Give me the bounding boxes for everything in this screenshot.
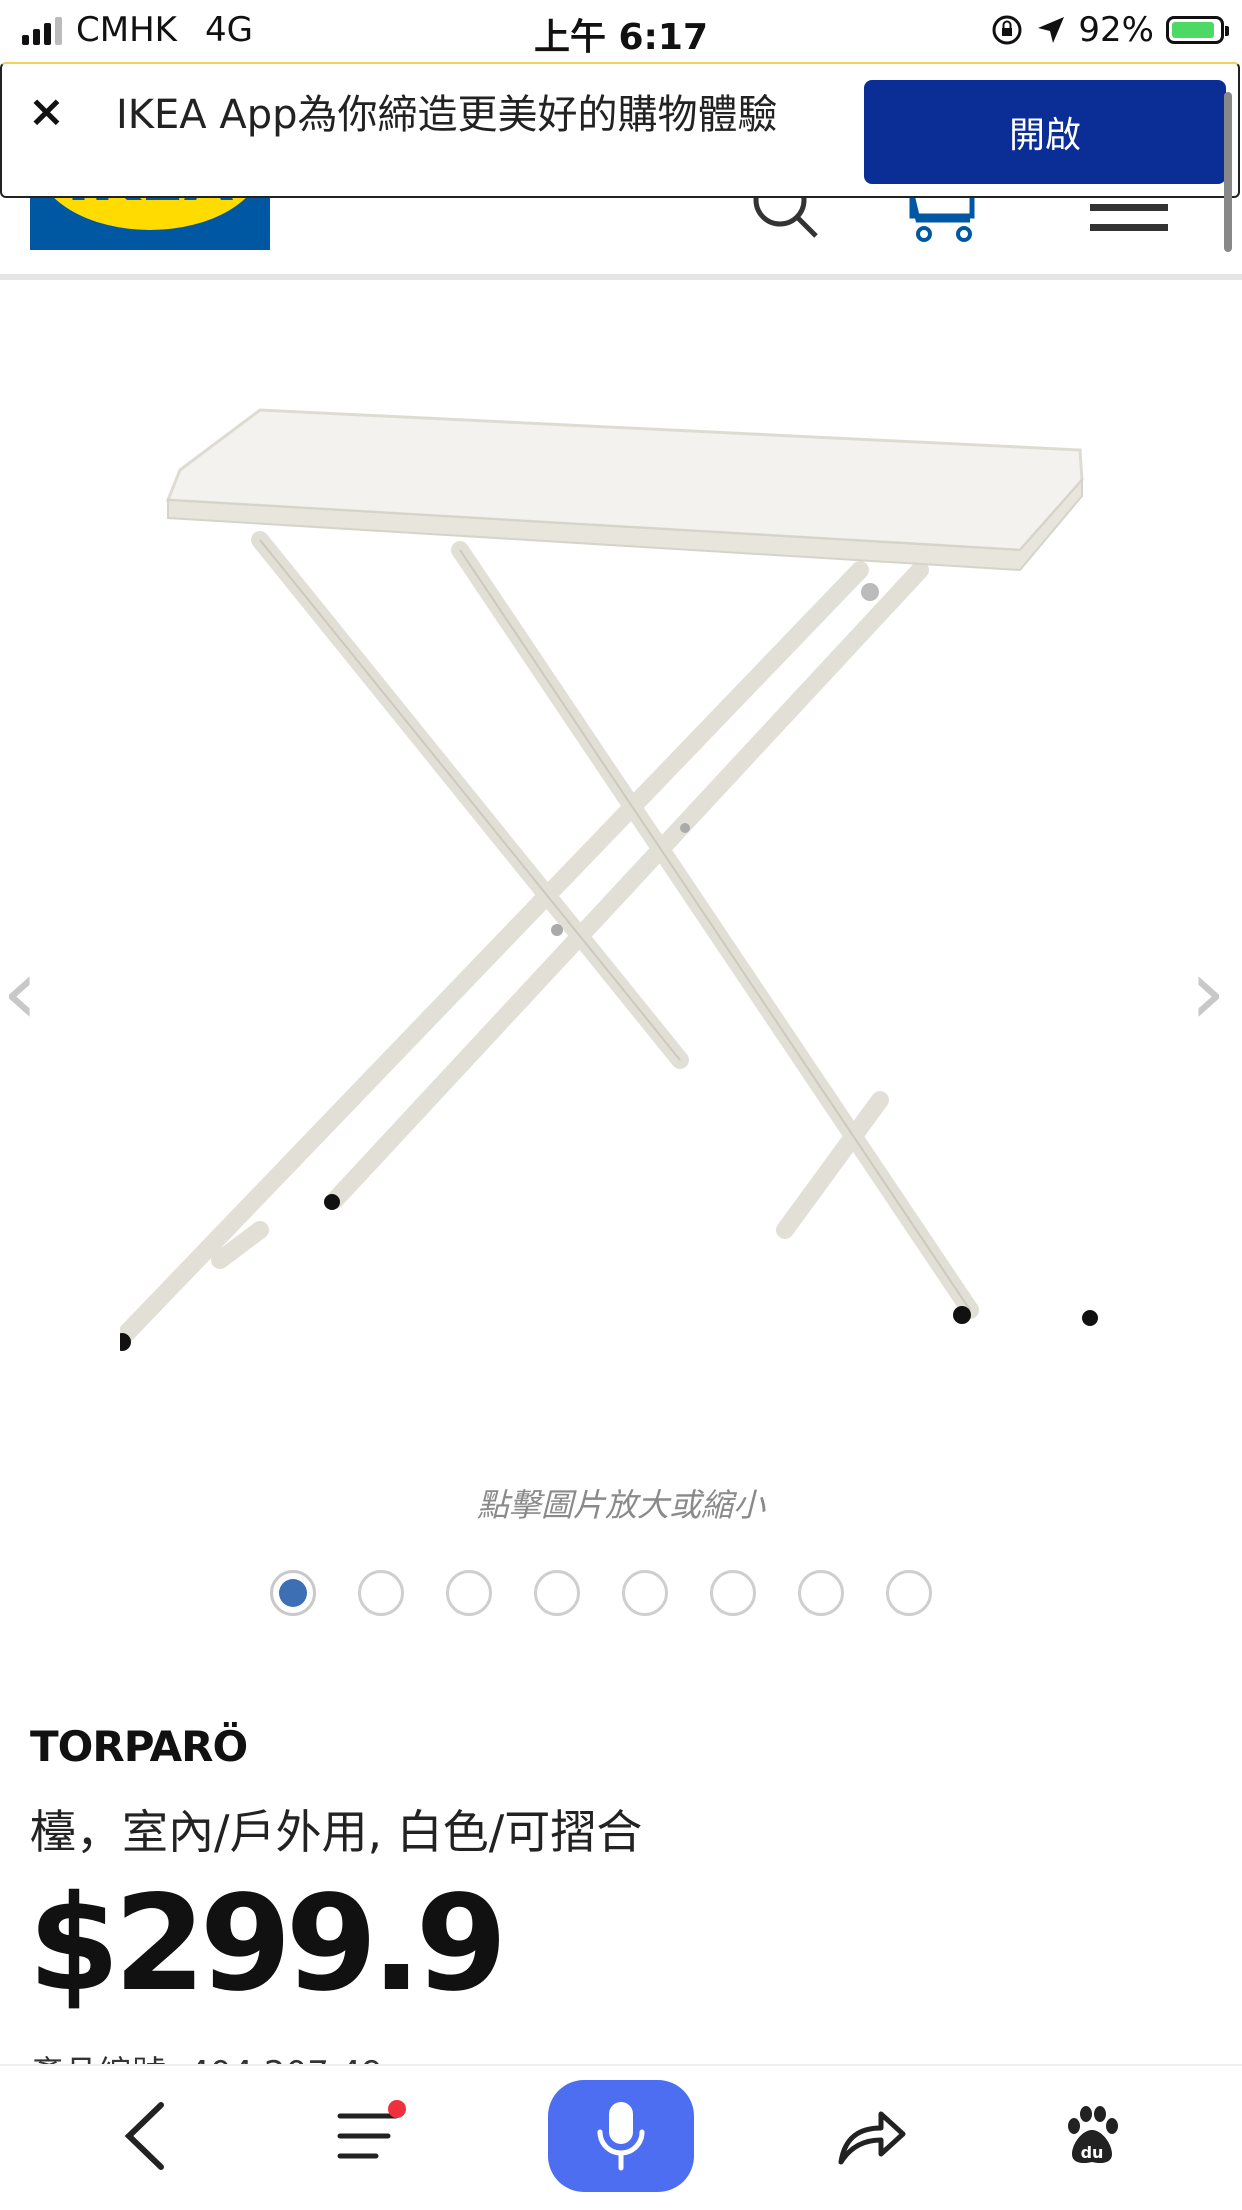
gallery-dot[interactable] — [358, 1570, 404, 1616]
banner-close-button[interactable]: × — [28, 86, 65, 137]
share-icon — [838, 2111, 906, 2165]
orientation-lock-icon — [992, 15, 1022, 45]
voice-search-button[interactable] — [548, 2080, 694, 2192]
open-app-button[interactable]: 開啟 — [864, 80, 1226, 184]
gallery-prev-arrow[interactable]: ‹ — [2, 948, 38, 1038]
gallery-dot[interactable] — [622, 1570, 668, 1616]
product-image[interactable] — [120, 400, 1120, 1480]
gallery-dot[interactable] — [270, 1570, 316, 1616]
gallery-pagination — [270, 1570, 932, 1616]
svg-text:du: du — [1081, 2143, 1104, 2162]
product-description: 檯，室內/戶外用, 白色/可摺合 — [30, 1805, 643, 1859]
baidu-button[interactable]: du — [1042, 2086, 1142, 2186]
gallery-dot[interactable] — [798, 1570, 844, 1616]
gallery-next-arrow[interactable]: › — [1190, 948, 1226, 1038]
browser-bottom-bar: du — [0, 2064, 1242, 2210]
baidu-icon: du — [1068, 2106, 1118, 2164]
back-icon — [124, 2102, 164, 2170]
battery-icon — [1166, 16, 1229, 44]
status-bar: CMHK 4G 上午 6:17 92% — [0, 0, 1242, 62]
microphone-icon — [597, 2102, 645, 2171]
banner-message: IKEA App為你締造更美好的購物體驗 — [116, 92, 778, 138]
share-button[interactable] — [822, 2086, 922, 2186]
gallery-caption: 點擊圖片放大或縮小 — [476, 1486, 765, 1524]
article-number: 產品編號: 404.207.49 — [30, 2046, 383, 2064]
gallery-dot[interactable] — [446, 1570, 492, 1616]
gallery-dot[interactable] — [886, 1570, 932, 1616]
tabs-button[interactable] — [318, 2086, 418, 2186]
product-price: $299.9 — [28, 1867, 507, 2021]
status-right: 92% — [990, 10, 1229, 50]
gallery-dot[interactable] — [710, 1570, 756, 1616]
back-button[interactable] — [96, 2086, 196, 2186]
notification-badge — [388, 2100, 406, 2118]
header-divider — [0, 274, 1242, 280]
battery-percent: 92% — [1078, 10, 1154, 50]
gallery-dot[interactable] — [534, 1570, 580, 1616]
app-banner: × IKEA App為你締造更美好的購物體驗 開啟 — [0, 62, 1240, 198]
scrollbar[interactable] — [1224, 92, 1232, 252]
product-name: TORPARÖ — [30, 1722, 248, 1771]
location-icon — [1038, 17, 1065, 43]
